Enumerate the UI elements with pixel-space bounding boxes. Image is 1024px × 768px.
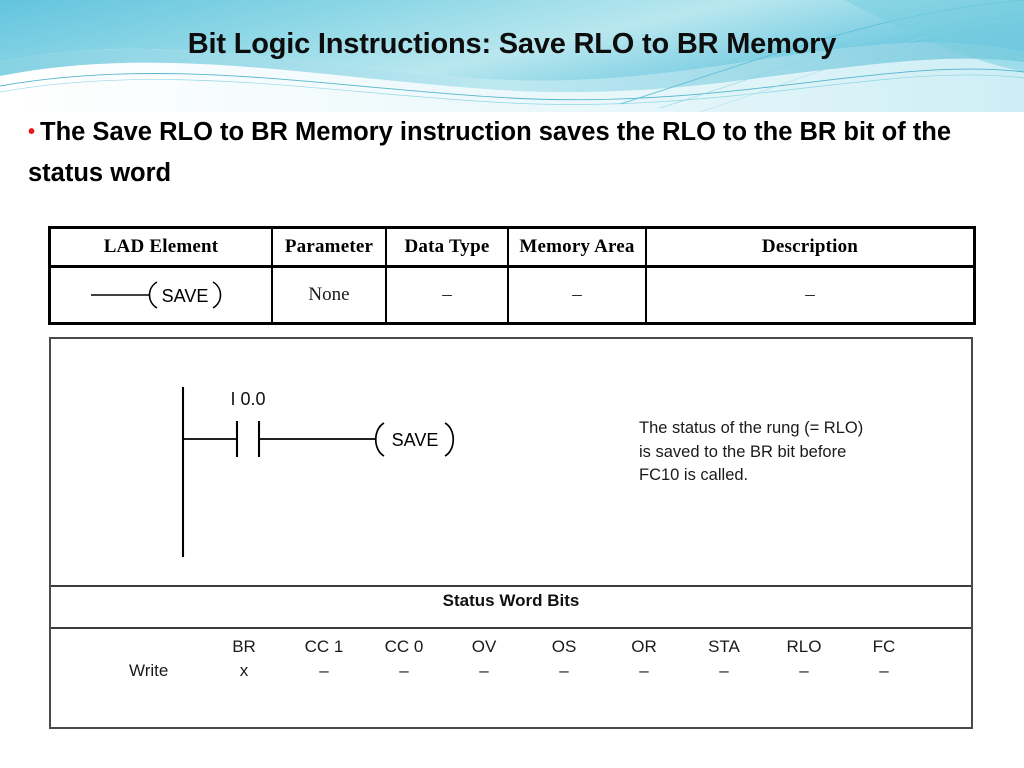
rung-description-note: The status of the rung (= RLO) is saved … — [639, 419, 864, 484]
column-header-data-type: Data Type — [385, 226, 509, 268]
status-bit-column-ov: OV – — [451, 635, 517, 683]
status-bit-value: – — [399, 661, 409, 680]
status-bit-value: – — [479, 661, 489, 680]
bullet-text: The Save RLO to BR Memory instruction sa… — [28, 118, 952, 187]
ladder-diagram-frame: I 0.0 SAVE The status of the rung (= RLO… — [49, 337, 973, 729]
status-row-label: Write — [129, 661, 169, 680]
cell-lad-element: SAVE — [48, 266, 273, 325]
save-coil-symbol: SAVE — [52, 278, 270, 312]
divider-above-status-title — [51, 585, 971, 587]
column-header-parameter: Parameter — [271, 226, 387, 268]
bullet-paragraph: • The Save RLO to BR Memory instruction s… — [28, 112, 988, 194]
status-bit-label: STA — [708, 637, 740, 656]
status-bit-label: CC 0 — [384, 637, 424, 656]
status-bit-value: – — [719, 661, 729, 680]
save-coil-icon: SAVE — [91, 281, 222, 309]
status-bit-value: x — [239, 661, 249, 680]
cell-memory-area: – — [507, 266, 647, 325]
status-bit-column-rlo: RLO – — [771, 635, 837, 683]
cell-description: – — [645, 266, 976, 325]
status-bit-label: BR — [232, 637, 256, 656]
status-word-bits-title: Status Word Bits — [442, 591, 580, 610]
bullet-marker-icon: • — [28, 121, 36, 143]
status-bit-column-sta: STA – — [691, 635, 757, 683]
table-header-row: LAD Element Parameter Data Type Memory A… — [48, 226, 976, 268]
column-header-lad-element: LAD Element — [48, 226, 273, 268]
ladder-rung-area: I 0.0 SAVE The status of the rung (= RLO… — [51, 339, 971, 585]
divider-below-status-title — [51, 627, 971, 629]
lad-spec-table: LAD Element Parameter Data Type Memory A… — [48, 226, 976, 325]
coil-arc-left — [374, 422, 385, 457]
status-bit-column-or: OR – — [611, 635, 677, 683]
table-row: SAVE None – – – — [48, 266, 976, 325]
status-bit-label: OR — [631, 637, 657, 656]
status-bit-value: – — [559, 661, 569, 680]
status-bit-value: – — [639, 661, 649, 680]
status-bit-column-cc1: CC 1 – — [291, 635, 357, 683]
cell-data-type: – — [385, 266, 509, 325]
status-bit-label-text: FC — [872, 637, 896, 656]
status-word-bits-grid: Write BR x CC 1 – CC 0 – OV – OS – OR – STA – RLO – FC – — [51, 635, 971, 727]
status-bit-label: FC — [851, 635, 917, 659]
status-bit-column-os: OS – — [531, 635, 597, 683]
contact-label: I 0.0 — [230, 389, 265, 409]
page-title: Bit Logic Instructions: Save RLO to BR M… — [187, 28, 837, 60]
status-bit-column-fc: FC – — [851, 635, 917, 683]
status-bit-value: – — [319, 661, 329, 680]
status-bit-label: OS — [551, 637, 577, 656]
coil-arc-right — [444, 422, 455, 457]
column-header-description: Description — [645, 226, 976, 268]
status-bit-value: – — [879, 661, 889, 680]
ladder-rung-svg: I 0.0 SAVE — [181, 387, 455, 557]
column-header-memory-area: Memory Area — [507, 226, 647, 268]
status-bit-label: CC 1 — [304, 637, 344, 656]
save-coil-label: SAVE — [162, 286, 209, 306]
status-bit-column-br: BR x — [211, 635, 277, 683]
status-bit-label: RLO — [786, 637, 822, 656]
status-bit-value: – — [799, 661, 809, 680]
coil-label: SAVE — [392, 430, 439, 450]
status-bit-column-cc0: CC 0 – — [371, 635, 437, 683]
status-bit-label: OV — [471, 637, 497, 656]
cell-parameter: None — [271, 266, 387, 325]
